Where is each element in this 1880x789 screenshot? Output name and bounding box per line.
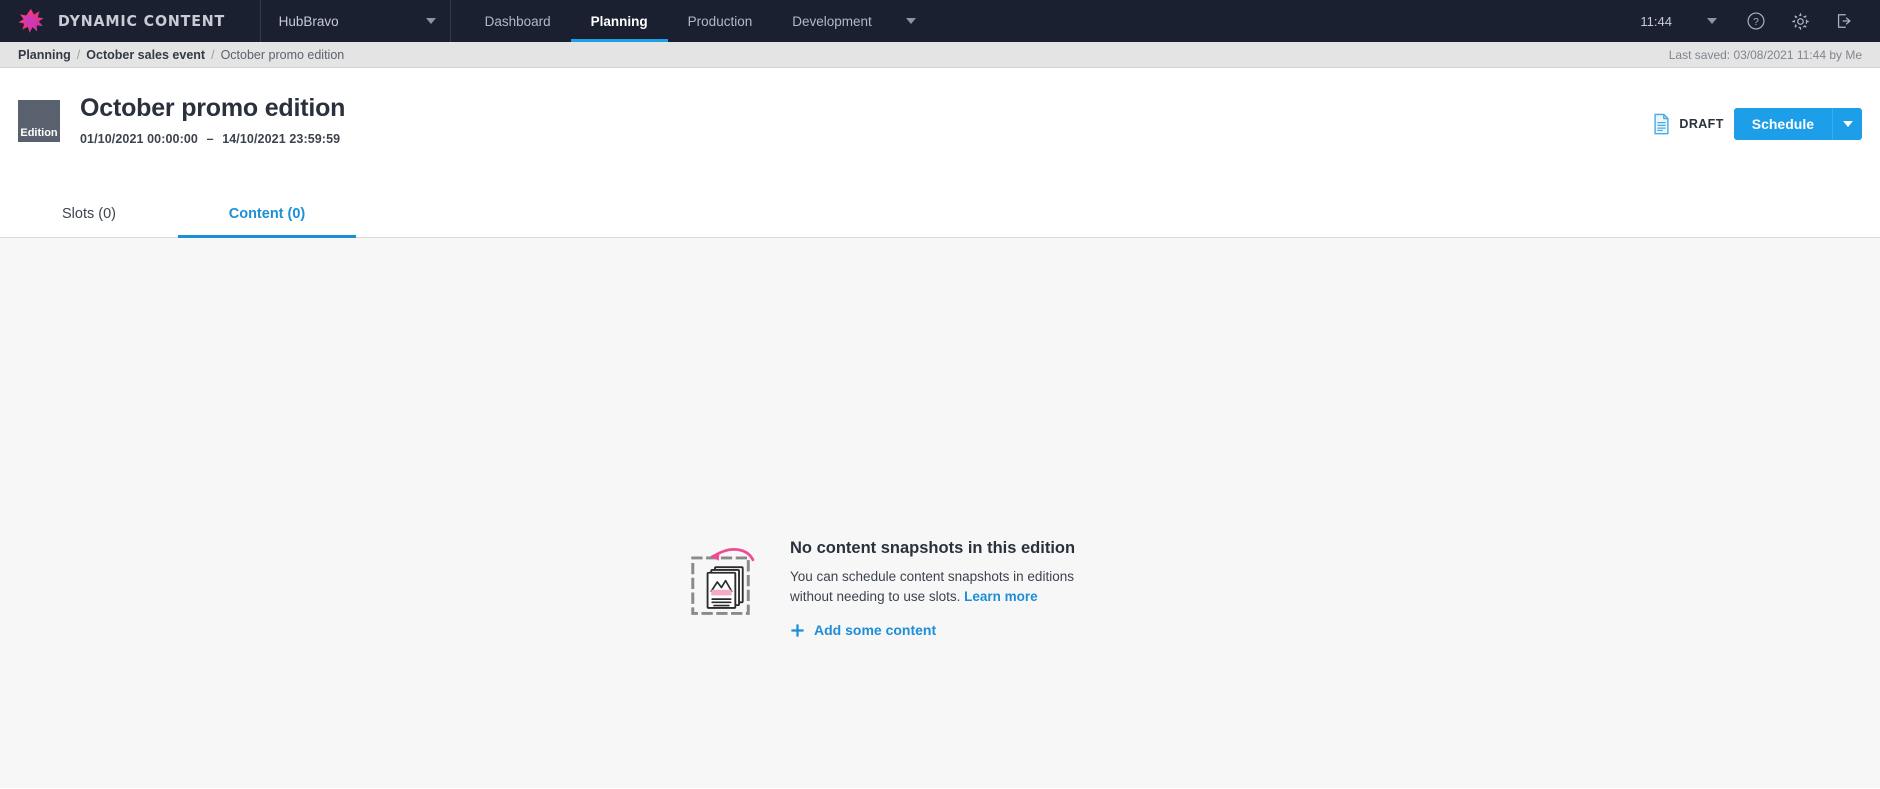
help-circle-icon: ? xyxy=(1747,12,1765,30)
edition-badge-label: Edition xyxy=(20,127,58,139)
add-some-content-button[interactable]: Add some content xyxy=(790,622,1090,638)
date-range-separator: – xyxy=(206,131,214,146)
clock-dropdown-button[interactable] xyxy=(1690,0,1734,42)
edition-tabs: Slots (0) Content (0) xyxy=(0,190,1880,238)
chevron-down-icon xyxy=(1707,18,1717,24)
nav-item-label: Planning xyxy=(590,13,648,29)
tab-label: Slots (0) xyxy=(62,205,116,222)
empty-state-description: You can schedule content snapshots in ed… xyxy=(790,567,1090,606)
nav-item-label: Production xyxy=(687,13,753,29)
empty-state-title: No content snapshots in this edition xyxy=(790,539,1076,557)
schedule-dropdown-button[interactable] xyxy=(1832,108,1862,140)
learn-more-link[interactable]: Learn more xyxy=(964,589,1038,604)
brand-area[interactable]: DYNAMIC CONTENT xyxy=(0,0,261,42)
empty-state: No content snapshots in this edition You… xyxy=(690,539,1190,638)
schedule-split-button: Schedule xyxy=(1733,108,1862,140)
nav-item-production[interactable]: Production xyxy=(668,0,773,42)
edition-type-badge: Edition xyxy=(18,100,60,142)
chevron-down-icon xyxy=(425,18,436,24)
logout-button[interactable] xyxy=(1822,0,1866,42)
chevron-down-icon xyxy=(1842,121,1853,127)
top-bar-right-actions: 11:44 ? xyxy=(1640,0,1880,42)
breadcrumb-separator: / xyxy=(76,47,81,62)
breadcrumb-separator: / xyxy=(211,47,215,62)
schedule-button[interactable]: Schedule xyxy=(1733,108,1832,140)
status-badge: DRAFT xyxy=(1652,113,1723,135)
page-header: Edition October promo edition 01/10/2021… xyxy=(0,68,1880,190)
page-header-actions: DRAFT Schedule xyxy=(1652,88,1862,140)
nav-item-planning[interactable]: Planning xyxy=(570,0,668,42)
top-navigation-bar: DYNAMIC CONTENT HubBravo Dashboard Plann… xyxy=(0,0,1880,42)
nav-more-button[interactable] xyxy=(892,0,930,42)
empty-state-text: No content snapshots in this edition You… xyxy=(790,539,1090,638)
draft-document-icon xyxy=(1654,113,1669,135)
edition-end-date: 14/10/2021 23:59:59 xyxy=(222,131,341,146)
settings-button[interactable] xyxy=(1778,0,1822,42)
nav-item-dashboard[interactable]: Dashboard xyxy=(465,0,571,42)
svg-text:?: ? xyxy=(1753,17,1759,28)
edition-date-range: 01/10/2021 00:00:00 – 14/10/2021 23:59:5… xyxy=(80,132,345,146)
clock-display: 11:44 xyxy=(1640,13,1672,29)
status-label: DRAFT xyxy=(1679,117,1724,131)
last-saved-note: Last saved: 03/08/2021 11:44 by Me xyxy=(1668,47,1862,62)
tab-slots[interactable]: Slots (0) xyxy=(0,190,178,237)
edition-start-date: 01/10/2021 00:00:00 xyxy=(80,131,198,146)
hub-selector-label: HubBravo xyxy=(278,13,339,29)
content-panel: No content snapshots in this edition You… xyxy=(0,238,1880,788)
brand-name: DYNAMIC CONTENT xyxy=(58,12,226,30)
nav-item-development[interactable]: Development xyxy=(772,0,892,42)
page-title: October promo edition xyxy=(80,94,346,122)
breadcrumb: Planning / October sales event / October… xyxy=(0,42,1880,68)
plus-icon xyxy=(791,624,804,637)
breadcrumb-item-event[interactable]: October sales event xyxy=(86,48,205,62)
chevron-down-icon xyxy=(905,18,916,24)
page-header-text: October promo edition 01/10/2021 00:00:0… xyxy=(60,88,345,146)
nav-item-label: Dashboard xyxy=(484,13,551,29)
breadcrumb-item-current: October promo edition xyxy=(220,47,345,62)
breadcrumb-item-planning[interactable]: Planning xyxy=(18,48,71,62)
help-button[interactable]: ? xyxy=(1734,0,1778,42)
sign-out-icon xyxy=(1837,14,1851,28)
add-some-content-label: Add some content xyxy=(814,622,937,639)
hub-selector[interactable]: HubBravo xyxy=(261,0,451,42)
main-nav-items: Dashboard Planning Production Developmen… xyxy=(451,0,930,42)
tab-content[interactable]: Content (0) xyxy=(178,190,356,238)
tab-label: Content (0) xyxy=(228,205,306,222)
dynamic-content-starburst-logo-icon xyxy=(18,8,44,34)
gear-icon xyxy=(1791,12,1809,30)
content-snapshots-dropzone-illustration-icon xyxy=(691,548,755,615)
nav-item-label: Development xyxy=(792,13,872,29)
